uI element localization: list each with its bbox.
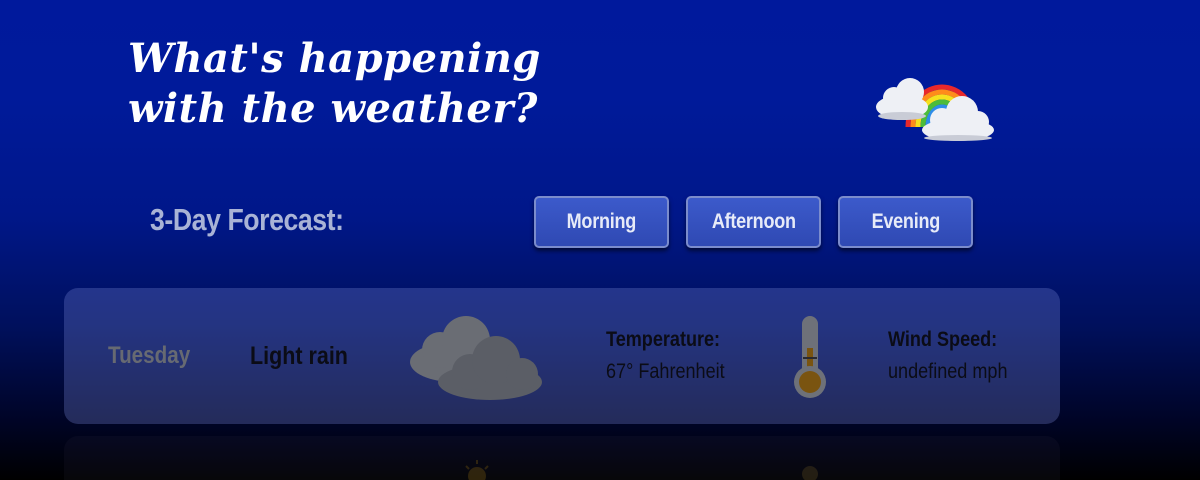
forecast-label-text: 3-Day Forecast: — [150, 202, 344, 237]
forecast-condition-text: Light rain — [250, 342, 348, 370]
forecast-day: Tuesday — [108, 342, 204, 370]
page-title: What's happening with the weather? — [128, 34, 568, 134]
morning-button[interactable]: Morning — [534, 196, 669, 248]
thermometer-icon — [790, 314, 830, 400]
cloud-icon — [404, 310, 546, 402]
wind-value: undefined mph — [888, 360, 1027, 384]
forecast-condition: Light rain — [250, 342, 364, 371]
rainbow-cloud-icon — [870, 32, 1000, 142]
afternoon-button[interactable]: Afternoon — [686, 196, 821, 248]
evening-button-label: Evening — [871, 210, 940, 233]
sun-icon — [462, 458, 492, 480]
temperature-label-text: Temperature: — [606, 328, 721, 351]
wind-value-text: undefined mph — [888, 360, 1008, 383]
temperature-value-text: 67° Fahrenheit — [606, 360, 725, 383]
forecast-card: Tuesday Light rain Temperature: 67° Fahr… — [64, 288, 1060, 424]
evening-button[interactable]: Evening — [838, 196, 973, 248]
page-title-line-1: What's happening — [128, 35, 541, 82]
forecast-label: 3-Day Forecast: — [150, 202, 344, 238]
morning-button-label: Morning — [566, 210, 637, 233]
afternoon-button-label: Afternoon — [711, 210, 796, 233]
page-title-line-2: with the weather? — [128, 85, 538, 132]
forecast-card-next — [64, 436, 1060, 480]
temperature-label: Temperature: — [606, 328, 739, 352]
thermometer-icon-next — [798, 460, 822, 480]
temperature-value: 67° Fahrenheit — [606, 360, 744, 384]
wind-label: Wind Speed: — [888, 328, 1015, 352]
forecast-day-text: Tuesday — [108, 342, 191, 369]
wind-label-text: Wind Speed: — [888, 328, 998, 351]
